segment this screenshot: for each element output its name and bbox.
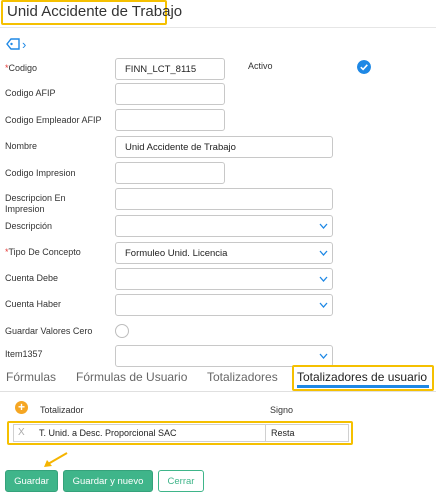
descripcion-impresion-field[interactable] <box>115 188 333 210</box>
codigo-afip-field[interactable] <box>115 83 225 105</box>
tab-totalizadores[interactable]: Totalizadores <box>207 370 278 384</box>
cuenta-debe-label: Cuenta Debe <box>5 273 59 283</box>
cell-totalizador[interactable]: T. Unid. a Desc. Proporcional SAC <box>39 428 177 438</box>
active-tab-indicator <box>297 385 429 388</box>
codigo-label: *Codigo <box>5 63 38 73</box>
header-divider <box>0 27 436 28</box>
codigo-impresion-field[interactable] <box>115 162 225 184</box>
tipo-concepto-value: Formuleo Unid. Licencia <box>125 248 228 259</box>
chevron-down-icon <box>319 302 328 308</box>
guardar-valores-cero-toggle[interactable] <box>115 324 129 338</box>
cell-signo[interactable]: Resta <box>271 428 295 438</box>
guardar-valores-cero-label: Guardar Valores Cero <box>5 326 93 336</box>
tag-icon[interactable] <box>6 38 20 50</box>
cell-divider <box>265 424 266 442</box>
add-circle-icon[interactable]: + <box>15 401 28 414</box>
nombre-label: Nombre <box>5 141 38 151</box>
codigo-empleador-afip-label: Codigo Empleador AFIP <box>5 115 102 125</box>
cuenta-debe-select[interactable] <box>115 268 333 290</box>
chevron-down-icon <box>319 276 328 282</box>
remove-icon[interactable]: X <box>18 427 25 438</box>
column-header-signo: Signo <box>270 405 294 415</box>
chevron-down-icon <box>319 250 328 256</box>
tab-formulas[interactable]: Fórmulas <box>6 370 56 384</box>
descripcion-impresion-label-line2: Impresion <box>5 204 45 214</box>
activo-label: Activo <box>248 61 273 71</box>
cuenta-haber-select[interactable] <box>115 294 333 316</box>
chevron-down-icon <box>319 223 328 229</box>
column-header-totalizador: Totalizador <box>40 405 84 415</box>
tipo-concepto-label: *Tipo De Concepto <box>5 247 81 257</box>
descripcion-label: Descripción <box>5 221 53 231</box>
chevron-right-icon[interactable]: › <box>22 37 26 52</box>
tab-formulas-usuario[interactable]: Fórmulas de Usuario <box>76 370 187 384</box>
item1357-label: Item1357 <box>5 349 43 359</box>
cuenta-haber-label: Cuenta Haber <box>5 299 62 309</box>
nombre-field[interactable]: Unid Accidente de Trabajo <box>115 136 333 158</box>
save-button[interactable]: Guardar <box>5 470 58 492</box>
codigo-empleador-afip-field[interactable] <box>115 109 225 131</box>
codigo-afip-label: Codigo AFIP <box>5 88 56 98</box>
save-and-new-button[interactable]: Guardar y nuevo <box>63 470 153 492</box>
page-title: Unid Accidente de Trabajo <box>7 3 183 20</box>
annotation-arrow-icon <box>44 452 68 467</box>
close-button[interactable]: Cerrar <box>158 470 204 492</box>
check-circle-icon[interactable] <box>357 60 371 74</box>
tabs-divider <box>0 391 436 392</box>
chevron-down-icon <box>319 353 328 359</box>
descripcion-select[interactable] <box>115 215 333 237</box>
codigo-field[interactable]: FINN_LCT_8115 <box>115 58 225 80</box>
codigo-impresion-label: Codigo Impresion <box>5 168 76 178</box>
tipo-concepto-select[interactable]: Formuleo Unid. Licencia <box>115 242 333 264</box>
